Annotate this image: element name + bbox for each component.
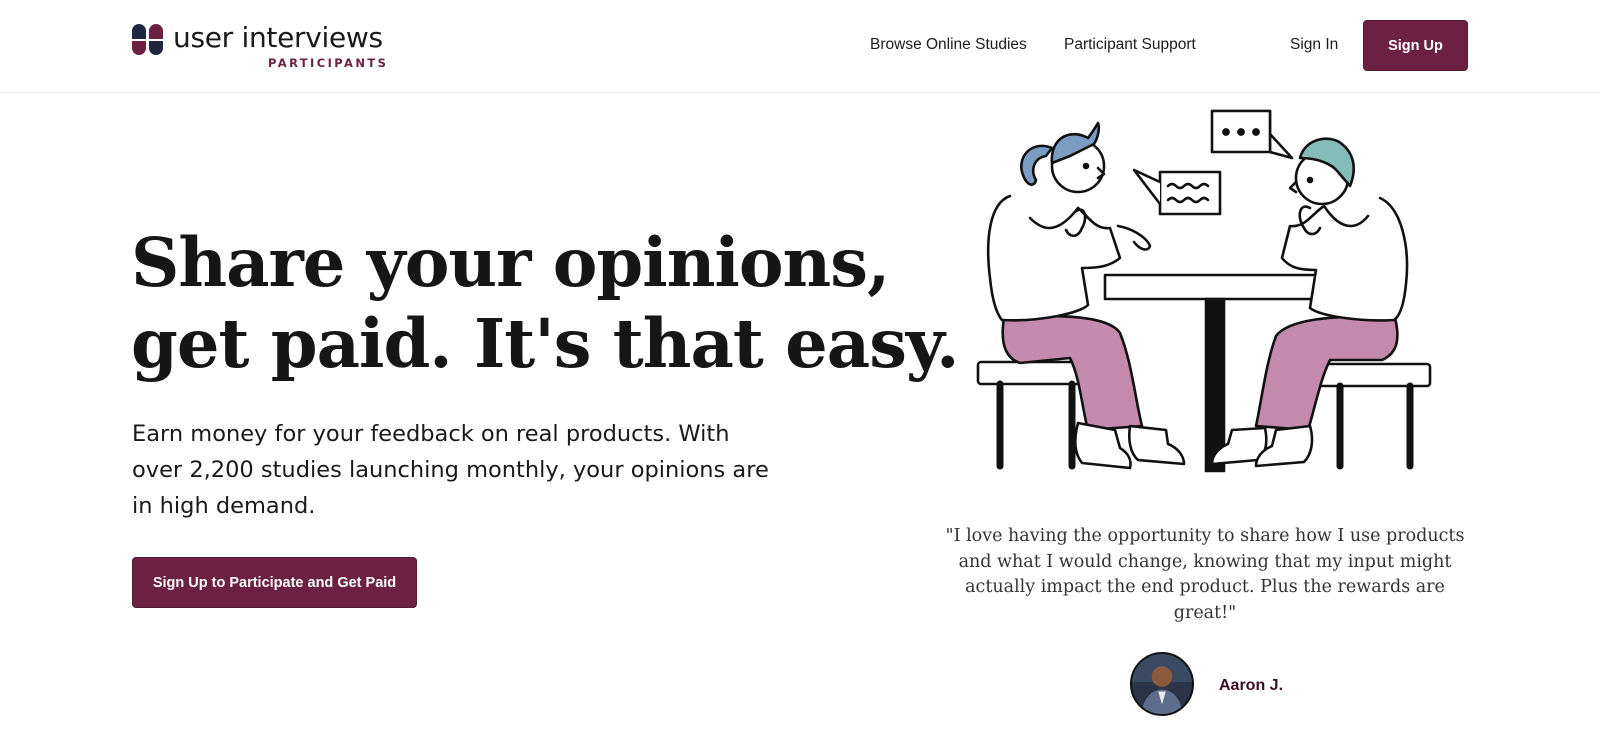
nav-sign-in[interactable]: Sign In xyxy=(1290,36,1338,54)
two-people-interview-illustration xyxy=(976,109,1432,473)
sign-up-participate-button[interactable]: Sign Up to Participate and Get Paid xyxy=(132,557,417,608)
hero-title-line-2: get paid. It's that easy. xyxy=(131,304,959,383)
brand-subtitle: PARTICIPANTS xyxy=(268,56,389,70)
sign-up-button[interactable]: Sign Up xyxy=(1363,20,1468,71)
brand-name: user interviews xyxy=(173,21,383,54)
site-header: user interviews PARTICIPANTS Browse Onli… xyxy=(0,0,1600,93)
testimonial-author: Aaron J. xyxy=(1219,677,1284,694)
nav-browse-online-studies[interactable]: Browse Online Studies xyxy=(870,36,1027,54)
brand-logo[interactable]: user interviews PARTICIPANTS xyxy=(131,20,391,72)
user-interviews-logo-icon xyxy=(132,24,163,55)
avatar xyxy=(1130,652,1194,716)
hero-subtitle: Earn money for your feedback on real pro… xyxy=(132,421,769,519)
avatar-photo xyxy=(1132,654,1192,714)
hero-title: Share your opinions, get paid. It's that… xyxy=(131,222,959,384)
hero-title-line-1: Share your opinions, xyxy=(131,223,890,302)
nav-participant-support[interactable]: Participant Support xyxy=(1064,36,1196,54)
testimonial-quote: "I love having the opportunity to share … xyxy=(945,526,1465,623)
